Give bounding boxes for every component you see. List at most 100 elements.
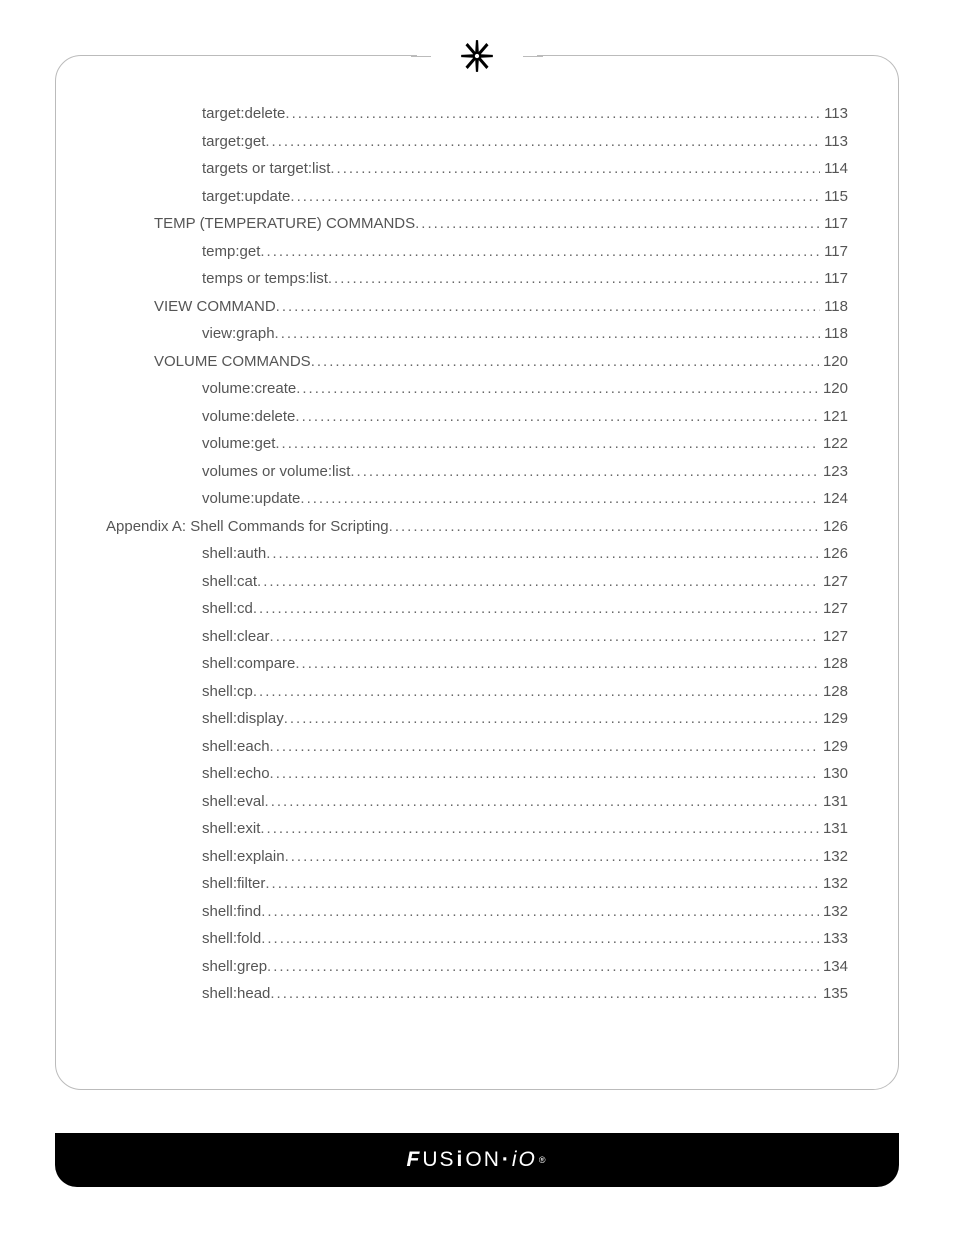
toc-entry[interactable]: view:graph 118 [106,326,848,341]
toc-entry[interactable]: VIEW COMMAND118 [106,299,848,314]
toc-entry-label: shell:exit [202,821,260,836]
toc-leader-dots [270,739,819,754]
toc-entry-label: view:graph [202,326,275,341]
toc-entry-label: shell:cp [202,684,253,699]
toc-entry-label: target:get [202,134,265,149]
toc-entry[interactable]: shell:each129 [106,739,848,754]
toc-entry[interactable]: shell:compare128 [106,656,848,671]
toc-entry-label: shell:fold [202,931,261,946]
toc-entry-page: 132 [819,849,848,864]
toc-entry-label: shell:auth [202,546,266,561]
toc-entry-page: 130 [819,766,848,781]
toc-entry[interactable]: volume:create120 [106,381,848,396]
toc-entry-page: 113 [820,134,848,149]
header-notch [417,34,537,78]
toc-entry-label: shell:each [202,739,270,754]
toc-entry[interactable]: temp:get117 [106,244,848,259]
toc-entry[interactable]: target:update 115 [106,189,848,204]
toc-entry-page: 129 [819,711,848,726]
toc-entry[interactable]: temps or temps:list117 [106,271,848,286]
toc-leader-dots [285,106,820,121]
toc-entry[interactable]: shell:cp128 [106,684,848,699]
toc-entry-label: target:update [202,189,290,204]
toc-entry[interactable]: shell:cd127 [106,601,848,616]
toc-entry-page: 122 [819,436,848,451]
toc-entry-label: shell:cat [202,574,257,589]
toc-entry-page: 126 [819,519,848,534]
toc-leader-dots [267,959,819,974]
toc-entry-page: 117 [820,216,848,231]
toc-entry[interactable]: VOLUME COMMANDS 120 [106,354,848,369]
toc-entry-label: VOLUME COMMANDS [154,354,311,369]
toc-leader-dots [265,876,819,891]
toc-entry-page: 120 [819,354,848,369]
toc-leader-dots [350,464,819,479]
toc-leader-dots [311,354,819,369]
toc-entry-page: 115 [820,189,848,204]
toc-leader-dots [295,656,819,671]
brand-glyph-icon [459,38,495,74]
toc-entry-page: 124 [819,491,848,506]
toc-leader-dots [389,519,819,534]
toc-entry-label: shell:find [202,904,261,919]
toc-entry[interactable]: volume:update 124 [106,491,848,506]
toc-entry-label: shell:head [202,986,270,1001]
toc-entry[interactable]: shell:eval131 [106,794,848,809]
toc-entry[interactable]: volumes or volume:list 123 [106,464,848,479]
toc-entry-page: 118 [820,326,848,341]
toc-leader-dots [261,931,819,946]
toc-leader-dots [266,546,819,561]
toc-entry[interactable]: shell:grep134 [106,959,848,974]
page-frame: target:delete 113 target:get 113 targets or … [55,55,899,1090]
toc-leader-dots [276,299,820,314]
toc-leader-dots [330,161,820,176]
toc-entry[interactable]: shell:exit131 [106,821,848,836]
toc-entry-page: 123 [819,464,848,479]
toc-leader-dots [265,794,819,809]
toc-entry[interactable]: shell:display 129 [106,711,848,726]
toc-entry-label: shell:echo [202,766,270,781]
toc-entry-label: volumes or volume:list [202,464,350,479]
toc-entry-label: target:delete [202,106,285,121]
toc-entry-page: 114 [820,161,848,176]
toc-entry[interactable]: volume:delete121 [106,409,848,424]
toc-entry-page: 113 [820,106,848,121]
toc-leader-dots [275,436,819,451]
toc-entry-page: 118 [820,299,848,314]
toc-entry[interactable]: shell:clear127 [106,629,848,644]
toc-entry-label: shell:display [202,711,284,726]
toc-leader-dots [260,821,819,836]
toc-leader-dots [295,409,819,424]
toc-leader-dots [415,216,820,231]
toc-entry[interactable]: target:delete 113 [106,106,848,121]
toc-entry-label: targets or target:list [202,161,330,176]
toc-entry[interactable]: TEMP (TEMPERATURE) COMMANDS 117 [106,216,848,231]
toc-entry[interactable]: volume:get122 [106,436,848,451]
toc-entry[interactable]: shell:head135 [106,986,848,1001]
toc-entry[interactable]: Appendix A: Shell Commands for Scripting… [106,519,848,534]
toc-entry-page: 121 [819,409,848,424]
toc-entry-page: 134 [819,959,848,974]
toc-entry[interactable]: shell:auth126 [106,546,848,561]
toc-leader-dots [253,601,819,616]
toc-entry-page: 133 [819,931,848,946]
toc-entry-label: TEMP (TEMPERATURE) COMMANDS [154,216,415,231]
toc-entry[interactable]: shell:fold 133 [106,931,848,946]
toc-entry[interactable]: shell:find132 [106,904,848,919]
toc-leader-dots [260,244,820,259]
toc-entry-page: 127 [819,601,848,616]
toc-entry[interactable]: shell:echo 130 [106,766,848,781]
toc-entry-label: shell:filter [202,876,265,891]
toc-entry[interactable]: target:get 113 [106,134,848,149]
toc-leader-dots [253,684,819,699]
toc-entry-label: volume:update [202,491,300,506]
toc-leader-dots [284,711,819,726]
toc-entry[interactable]: shell:filter132 [106,876,848,891]
toc-entry[interactable]: targets or target:list 114 [106,161,848,176]
toc-leader-dots [300,491,819,506]
toc-leader-dots [261,904,819,919]
toc-entry-page: 131 [819,794,848,809]
toc-entry[interactable]: shell:cat127 [106,574,848,589]
table-of-contents: target:delete 113 target:get 113 targets or … [106,106,848,1001]
toc-entry[interactable]: shell:explain132 [106,849,848,864]
